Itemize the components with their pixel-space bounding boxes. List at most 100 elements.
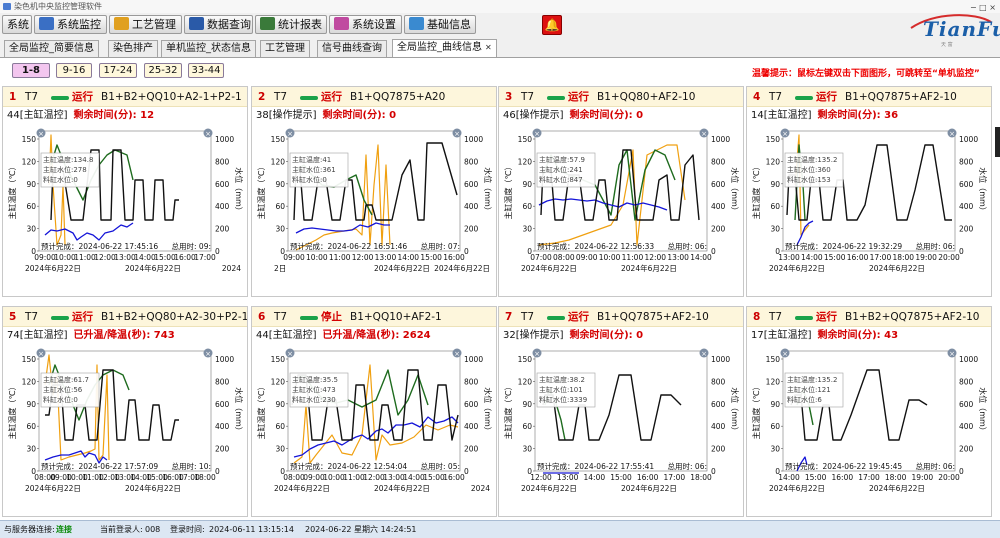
y-tick-right: 600 (959, 180, 974, 189)
y-axis-label-left: 主缸温度（℃） (256, 163, 266, 220)
y-tick-right: 1000 (711, 355, 730, 364)
trend-chart[interactable]: 150120906030010008006004002000主缸温度（℃） 水位（… (252, 345, 496, 515)
bell-icon[interactable]: 🔔 (542, 15, 562, 35)
machine-panel-4[interactable]: 4 T7 运行 B1+QQ7875+AF2-10 14[主缸温控] 剩余时间(分): 36… (746, 86, 992, 297)
menu-5[interactable]: 统计报表 (255, 15, 327, 34)
machine-panel-1[interactable]: 1 T7 运行 B1+B2+QQ10+A2-1+P2-1 44[主缸温控] 剩余时间(分)… (2, 86, 248, 297)
side-scroll-handle[interactable] (995, 127, 1000, 157)
tooltip-line: 料缸水位:0 (292, 175, 327, 184)
menu-bar: 系统 系统监控 工艺管理 数据查询 统计报表 系统设置 基础信息 (0, 14, 1000, 36)
x-tick-label: 18:00 (194, 473, 216, 482)
page-button-1[interactable]: 1-8 (12, 63, 50, 78)
y-tick-left: 120 (766, 157, 781, 166)
window-controls[interactable]: − □ × (970, 1, 996, 14)
date-label: 2024年6月22日 (374, 263, 430, 273)
y-axis-label-left: 主缸温度（℃） (256, 383, 266, 440)
y-tick-left: 150 (518, 135, 533, 144)
y-axis-label-left: 主缸温度（℃） (751, 383, 761, 440)
y-tick-right: 200 (215, 225, 230, 234)
panel-subline: 17[主缸温控] 剩余时间(分): 43 (751, 328, 898, 344)
page-button-4[interactable]: 25-32 (144, 63, 182, 78)
app-icon (3, 3, 11, 10)
machine-panel-7[interactable]: 7 T7 运行 B1+QQ7875+AF2-10 32[操作提示] 剩余时间(分): 0 1… (498, 306, 744, 517)
tooltip-line: 料缸水位:153 (787, 175, 831, 184)
tab-4[interactable]: 工艺管理 (260, 40, 310, 57)
y-axis-label-left: 主缸温度（℃） (503, 163, 513, 220)
step-mode: 32[操作提示] (503, 330, 564, 341)
x-tick-label: 07:00 (530, 253, 552, 262)
trend-chart[interactable]: 150120906030010008006004002000主缸温度（℃） 水位（… (3, 125, 247, 295)
y-tick-left: 30 (26, 445, 36, 454)
menu-3[interactable]: 工艺管理 (109, 15, 182, 34)
tooltip-line: 料缸水位:0 (43, 175, 78, 184)
date-label: 2024年6月22日 (521, 483, 577, 493)
x-tick-label: 10:00 (599, 253, 621, 262)
y-axis-label-left: 主缸温度（℃） (503, 383, 513, 440)
y-tick-right: 600 (711, 180, 726, 189)
page-button-2[interactable]: 9-16 (56, 63, 92, 78)
remaining-info: 剩余时间(分): 0 (569, 110, 644, 121)
tooltip-line: 主缸温度:135.2 (787, 155, 837, 164)
y-tick-left: 120 (766, 377, 781, 386)
x-tick-label: 17:00 (858, 473, 880, 482)
close-glyph: × (701, 130, 707, 138)
tip-text: 温馨提示：鼠标左键双击下面图形，可跳转至“单机监控” (752, 69, 980, 79)
tab-3[interactable]: 单机监控_状态信息 (161, 40, 256, 57)
x-tick-label: 08:00 (283, 473, 305, 482)
machine-panel-5[interactable]: 5 T7 运行 B1+B2+QQ80+A2-30+P2-1 74[主缸温控] 已升温/降温… (2, 306, 248, 517)
step-mode: 44[主缸温控] (7, 110, 68, 121)
date-label: 2024年6月22日 (869, 263, 925, 273)
x-tick-label: 16:00 (443, 473, 465, 482)
menu-1[interactable]: 系统 (2, 15, 32, 34)
trend-chart[interactable]: 150120906030010008006004002000主缸温度（℃） 水位（… (747, 345, 991, 515)
total-time: 总用时: 06: (668, 241, 707, 251)
trend-chart[interactable]: 150120906030010008006004002000主缸温度（℃） 水位（… (252, 125, 496, 295)
machine-panel-2[interactable]: 2 T7 运行 B1+QQ7875+A20 38[操作提示] 剩余时间(分): 0 150 1… (251, 86, 497, 297)
machine-panel-6[interactable]: 6 T7 停止 B1+QQ10+AF2-1 44[主缸温控] 已升温/降温(秒): 262… (251, 306, 497, 517)
y-axis-label-right: 水位（mm） (730, 167, 740, 215)
date-label: 2024年6月22日 (125, 483, 181, 493)
trend-chart[interactable]: 150120906030010008006004002000主缸温度（℃） 水位（… (499, 345, 743, 515)
step-mode: 17[主缸温控] (751, 330, 812, 341)
machine-panel-8[interactable]: 8 T7 运行 B1+B2+QQ7875+AF2-10 17[主缸温控] 剩余时间(分):… (746, 306, 992, 517)
tooltip-line: 主缸水位:56 (43, 385, 83, 394)
tab-1[interactable]: 全局监控_简要信息 (4, 40, 99, 57)
x-tick-label: 15:00 (420, 253, 442, 262)
menu-6[interactable]: 系统设置 (329, 15, 402, 34)
y-tick-left: 30 (26, 225, 36, 234)
tab-2[interactable]: 染色排产 (108, 40, 158, 57)
tab-6[interactable]: 全局监控_曲线信息 ✕ (392, 39, 497, 57)
y-tick-left: 150 (22, 135, 37, 144)
y-tick-right: 1000 (215, 135, 234, 144)
y-tick-right: 1000 (959, 355, 978, 364)
y-tick-left: 90 (522, 180, 532, 189)
page-button-5[interactable]: 33-44 (188, 63, 224, 78)
tooltip-line: 主缸温度:38.2 (539, 375, 585, 384)
process-code: B1+QQ7875+AF2-10 (597, 311, 709, 323)
process-code: B1+QQ7875+AF2-10 (845, 91, 957, 103)
machine-number: 7 (505, 311, 513, 323)
close-icon[interactable]: ✕ (485, 43, 492, 52)
page-button-3[interactable]: 17-24 (99, 63, 137, 78)
menu-4[interactable]: 数据查询 (184, 15, 253, 34)
y-tick-left: 90 (26, 180, 36, 189)
monitor-icon (39, 17, 54, 30)
y-axis-label-left: 主缸温度（℃） (751, 163, 761, 220)
machine-panel-3[interactable]: 3 T7 运行 B1+QQ80+AF2-10 46[操作提示] 剩余时间(分): 0 150… (498, 86, 744, 297)
menu-7[interactable]: 基础信息 (404, 15, 476, 34)
process-code: B1+QQ10+AF2-1 (350, 311, 442, 323)
menu-2[interactable]: 系统监控 (34, 15, 107, 34)
x-tick-label: 11:00 (329, 253, 351, 262)
tab-label: 全局监控_简要信息 (9, 43, 94, 54)
y-tick-left: 30 (275, 225, 285, 234)
trend-chart[interactable]: 150120906030010008006004002000主缸温度（℃） 水位（… (499, 125, 743, 295)
trend-chart[interactable]: 150120906030010008006004002000主缸温度（℃） 水位（… (3, 345, 247, 515)
y-tick-left: 90 (275, 400, 285, 409)
tab-5[interactable]: 信号曲线查询 (317, 40, 387, 57)
trend-chart[interactable]: 150120906030010008006004002000主缸温度（℃） 水位（… (747, 125, 991, 295)
y-tick-left: 30 (275, 445, 285, 454)
y-tick-right: 400 (959, 202, 974, 211)
y-tick-right: 400 (711, 202, 726, 211)
y-tick-left: 150 (518, 355, 533, 364)
panel-subline: 14[主缸温控] 剩余时间(分): 36 (751, 108, 898, 124)
